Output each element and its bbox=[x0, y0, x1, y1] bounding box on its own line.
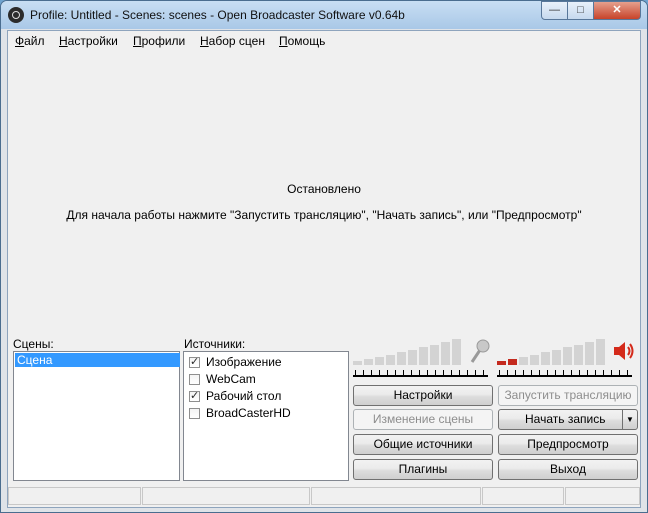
meter-bar bbox=[585, 342, 594, 365]
meter-bar bbox=[375, 357, 384, 365]
meter-bar bbox=[419, 347, 428, 365]
meter-bar bbox=[508, 359, 517, 365]
sources-list[interactable]: Изображение WebCam Рабочий стол BroadCas… bbox=[183, 351, 349, 481]
mic-meter-scale bbox=[353, 367, 488, 377]
status-bar bbox=[8, 485, 640, 507]
status-cell bbox=[8, 487, 141, 505]
meter-bar bbox=[353, 361, 362, 365]
preview-hint: Для начала работы нажмите "Запустить тра… bbox=[66, 208, 582, 222]
meter-bar bbox=[596, 339, 605, 365]
start-record-button[interactable]: Начать запись ▼ bbox=[498, 409, 638, 430]
scene-edit-button[interactable]: Изменение сцены bbox=[353, 409, 493, 430]
sources-label: Источники: bbox=[184, 337, 246, 351]
client-area: Файл Настройки Профили Набор сцен Помощь… bbox=[7, 30, 641, 508]
speaker-icon[interactable] bbox=[612, 339, 636, 363]
maximize-button[interactable]: □ bbox=[567, 1, 594, 20]
menu-help[interactable]: Помощь bbox=[279, 34, 325, 48]
minimize-button[interactable]: — bbox=[541, 1, 568, 20]
dropdown-arrow-icon[interactable]: ▼ bbox=[622, 410, 637, 429]
close-button[interactable]: ✕ bbox=[593, 1, 641, 20]
status-cell bbox=[482, 487, 564, 505]
exit-button[interactable]: Выход bbox=[498, 459, 638, 480]
title-bar[interactable]: Profile: Untitled - Scenes: scenes - Ope… bbox=[1, 1, 647, 29]
preview-area[interactable]: Остановлено Для начала работы нажмите "З… bbox=[8, 51, 640, 359]
meter-bar bbox=[497, 361, 506, 365]
meter-bar bbox=[574, 345, 583, 365]
status-cell bbox=[142, 487, 310, 505]
menu-scene-collection[interactable]: Набор сцен bbox=[200, 34, 265, 48]
checkbox-image[interactable] bbox=[189, 355, 200, 368]
meter-bar bbox=[452, 339, 461, 365]
meter-bar bbox=[541, 352, 550, 365]
window-title: Profile: Untitled - Scenes: scenes - Ope… bbox=[30, 8, 405, 22]
settings-button[interactable]: Настройки bbox=[353, 385, 493, 406]
scenes-list[interactable]: Сцена bbox=[13, 351, 180, 481]
meter-bar bbox=[530, 355, 539, 365]
meter-bar bbox=[441, 342, 450, 365]
list-item-scene[interactable]: Сцена bbox=[15, 353, 180, 367]
meter-bar bbox=[552, 350, 561, 365]
global-sources-button[interactable]: Общие источники bbox=[353, 434, 493, 455]
start-record-label: Начать запись bbox=[525, 412, 606, 426]
preview-button[interactable]: Предпросмотр bbox=[498, 434, 638, 455]
scenes-label: Сцены: bbox=[13, 337, 54, 351]
source-label: BroadCasterHD bbox=[206, 406, 291, 420]
menu-settings[interactable]: Настройки bbox=[59, 34, 118, 48]
meter-bar bbox=[519, 357, 528, 365]
obs-logo-icon bbox=[8, 7, 24, 23]
checkbox-desktop[interactable] bbox=[189, 389, 200, 402]
checkbox-broadcasterhd[interactable] bbox=[189, 408, 200, 419]
preview-status: Остановлено bbox=[287, 182, 361, 196]
desktop-meter-scale bbox=[497, 367, 632, 377]
meter-bar bbox=[563, 347, 572, 365]
source-label: WebCam bbox=[206, 372, 256, 386]
mic-volume-meter bbox=[353, 337, 465, 365]
app-window: Profile: Untitled - Scenes: scenes - Ope… bbox=[0, 0, 648, 513]
start-stream-button[interactable]: Запустить трансляцию bbox=[498, 385, 638, 406]
status-cell bbox=[311, 487, 481, 505]
menu-file[interactable]: Файл bbox=[15, 34, 45, 48]
menu-bar: Файл Настройки Профили Набор сцен Помощь bbox=[8, 31, 640, 51]
meter-bar bbox=[386, 355, 395, 365]
meter-bar bbox=[430, 345, 439, 365]
checkbox-webcam[interactable] bbox=[189, 374, 200, 385]
meter-bar bbox=[408, 350, 417, 365]
plugins-button[interactable]: Плагины bbox=[353, 459, 493, 480]
source-label: Изображение bbox=[206, 355, 282, 369]
microphone-icon[interactable] bbox=[468, 338, 490, 364]
meter-bar bbox=[364, 359, 373, 365]
desktop-volume-meter bbox=[497, 337, 609, 365]
meter-bar bbox=[397, 352, 406, 365]
source-label: Рабочий стол bbox=[206, 389, 282, 403]
menu-profiles[interactable]: Профили bbox=[133, 34, 185, 48]
status-cell bbox=[565, 487, 640, 505]
